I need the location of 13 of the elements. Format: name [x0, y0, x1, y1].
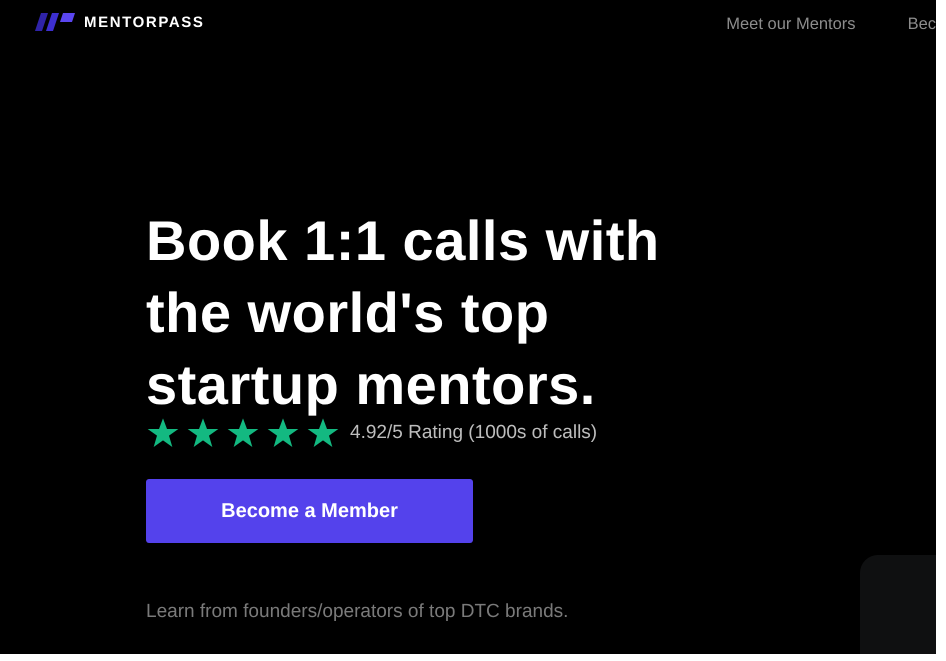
logo-icon: [35, 13, 75, 31]
star-icon: [306, 417, 340, 449]
rating-text: 4.92/5 Rating (1000s of calls): [350, 422, 598, 444]
nav-link[interactable]: Bec: [908, 14, 936, 34]
headline: Book 1:1 calls with the world's top startup mentors.: [146, 208, 661, 418]
star-icon: [226, 417, 260, 449]
star-icon: [186, 417, 220, 449]
become-member-button[interactable]: Become a Member: [146, 479, 473, 543]
brand-name: MENTORPASS: [84, 14, 204, 30]
star-icon: [266, 417, 300, 449]
star-icon: [146, 417, 180, 449]
subtitle: Learn from founders/operators of top DTC brands.: [146, 601, 570, 623]
nav-link[interactable]: Meet our Mentors: [726, 14, 856, 34]
